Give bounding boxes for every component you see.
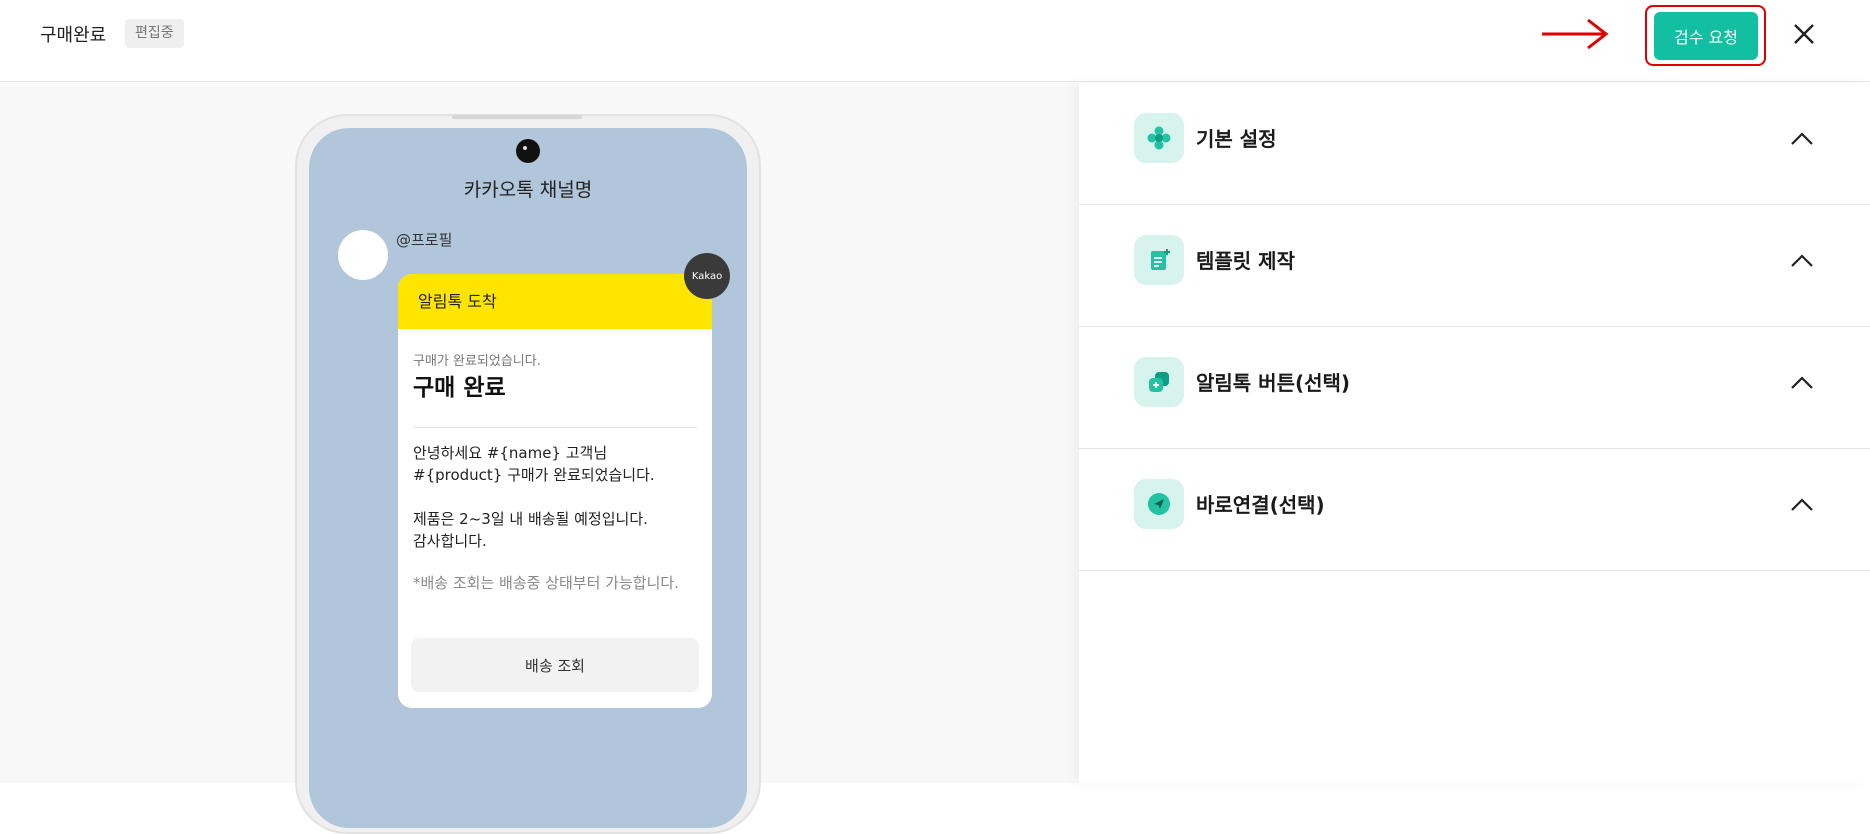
status-badge: 편집중 (125, 19, 184, 48)
close-icon[interactable] (1788, 18, 1820, 50)
channel-name: 카카오톡 채널명 (463, 179, 593, 201)
template-preview-area: 카카오톡 채널명 @프로필 Kakao 알림톡 도착 구매가 완료되었습니다. … (0, 83, 1079, 834)
card-header: 알림톡 도착 (398, 274, 712, 329)
phone-frame: 카카오톡 채널명 @프로필 Kakao 알림톡 도착 구매가 완료되었습니다. … (295, 114, 761, 834)
card-divider (413, 427, 697, 428)
send-arrow-icon (1134, 479, 1184, 529)
red-arrow-annotation-icon (1542, 18, 1609, 50)
section-label: 기본 설정 (1196, 127, 1277, 151)
profile-label: @프로필 (396, 231, 453, 249)
section-label: 알림톡 버튼(선택) (1196, 371, 1351, 395)
phone-speaker (452, 115, 582, 119)
card-body-line: 감사합니다. (413, 532, 487, 550)
card-note: *배송 조회는 배송중 상태부터 가능합니다. (413, 574, 679, 592)
chevron-up-icon[interactable] (1789, 248, 1815, 274)
section-label: 템플릿 제작 (1196, 249, 1295, 273)
card-body: 안녕하세요 #{name} 고객님 #{product} 구매가 완료되었습니다… (413, 442, 703, 552)
page-title: 구매완료 (40, 25, 107, 46)
section-alimtalk-button[interactable]: 알림톡 버튼(선택) (1079, 327, 1870, 449)
kakao-badge: Kakao (684, 253, 730, 299)
card-body-line: #{product} 구매가 완료되었습니다. (413, 466, 655, 484)
section-label: 바로연결(선택) (1196, 493, 1325, 517)
section-template-creation[interactable]: 템플릿 제작 (1079, 205, 1870, 327)
review-request-button[interactable]: 검수 요청 (1654, 12, 1758, 60)
alimtalk-message-card: 알림톡 도착 구매가 완료되었습니다. 구매 완료 안녕하세요 #{name} … (398, 274, 712, 708)
section-basic-settings[interactable]: 기본 설정 (1079, 83, 1870, 205)
review-button-highlight: 검수 요청 (1645, 5, 1766, 66)
button-add-icon (1134, 357, 1184, 407)
delivery-lookup-button[interactable]: 배송 조회 (411, 638, 699, 692)
template-doc-icon (1134, 235, 1184, 285)
chevron-up-icon[interactable] (1789, 492, 1815, 518)
top-header: 구매완료 편집중 검수 요청 (0, 0, 1870, 82)
camera-icon (516, 139, 540, 163)
card-title: 구매 완료 (413, 375, 506, 401)
flower-settings-icon (1134, 113, 1184, 163)
section-direct-link[interactable]: 바로연결(선택) (1079, 449, 1870, 571)
card-body-line: 제품은 2~3일 내 배송될 예정입니다. (413, 510, 648, 528)
chevron-up-icon[interactable] (1789, 370, 1815, 396)
chat-screen: 카카오톡 채널명 @프로필 Kakao 알림톡 도착 구매가 완료되었습니다. … (309, 128, 747, 828)
avatar (338, 230, 388, 280)
card-body-line: 안녕하세요 #{name} 고객님 (413, 444, 608, 462)
settings-panel: 기본 설정 템플릿 제작 알림톡 버튼(선택) 바로연결(선택) (1079, 83, 1870, 783)
card-subtitle: 구매가 완료되었습니다. (413, 354, 541, 369)
chevron-up-icon[interactable] (1789, 126, 1815, 152)
